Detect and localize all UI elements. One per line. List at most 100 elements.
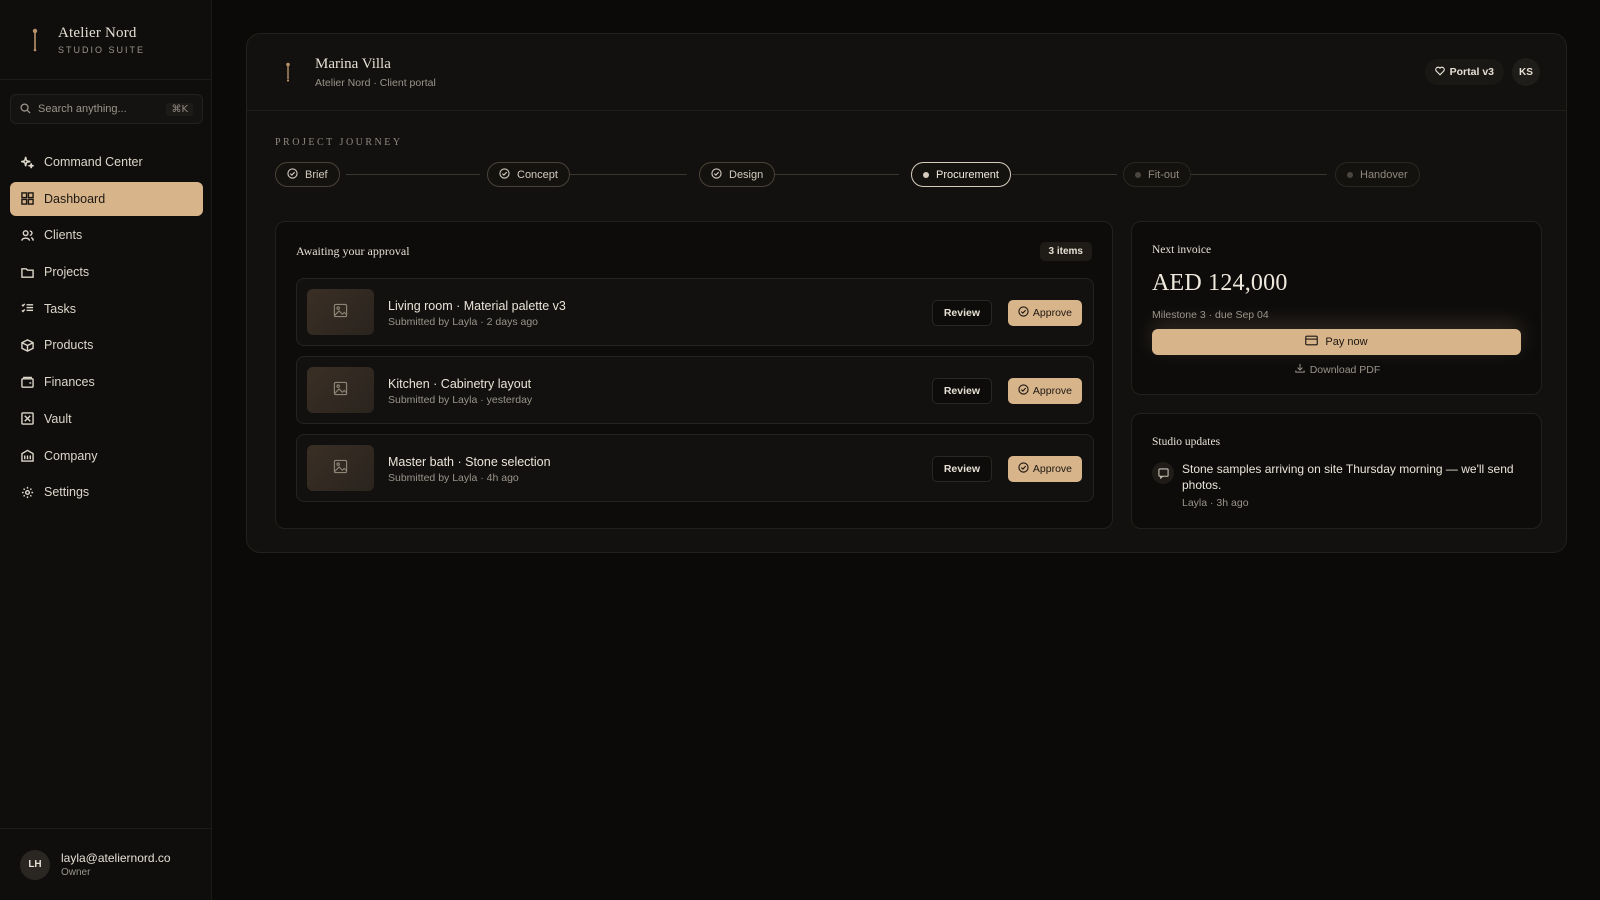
invoice-card: Next invoice AED 124,000 Milestone 3 · d… bbox=[1131, 221, 1542, 395]
journey-step-procurement[interactable]: Procurement bbox=[911, 162, 1011, 187]
folder-icon bbox=[20, 265, 34, 279]
sidebar-item-label: Vault bbox=[44, 411, 72, 426]
approve-button[interactable]: Approve bbox=[1007, 300, 1082, 326]
approve-label: Approve bbox=[1032, 463, 1072, 475]
sidebar-item-dashboard[interactable]: Dashboard bbox=[10, 181, 203, 216]
search-shortcut: ⌘K bbox=[166, 102, 193, 116]
journey-step-label: Design bbox=[729, 168, 764, 181]
check-circle-icon bbox=[287, 167, 298, 182]
sidebar-item-label: Finances bbox=[44, 375, 95, 390]
journey-step-label: Handover bbox=[1360, 168, 1408, 181]
project-header: Marina Villa Atelier Nord · Client porta… bbox=[247, 34, 1566, 111]
box-icon bbox=[20, 338, 34, 352]
sidebar-item-label: Tasks bbox=[44, 301, 76, 316]
check-circle-icon bbox=[499, 167, 510, 182]
journey-connector bbox=[346, 174, 480, 175]
sidebar-item-label: Dashboard bbox=[44, 191, 106, 206]
sparkle-icon bbox=[20, 155, 34, 169]
portal-version-label: Portal v3 bbox=[1449, 66, 1494, 78]
approve-button[interactable]: Approve bbox=[1007, 378, 1082, 404]
sidebar-item-label: Company bbox=[44, 448, 98, 463]
approvals-title: Awaiting your approval bbox=[296, 244, 410, 258]
vault-icon bbox=[20, 412, 34, 426]
sidebar-item-label: Products bbox=[44, 338, 94, 353]
journey-step-handover[interactable]: Handover bbox=[1335, 162, 1420, 187]
journey-step-brief[interactable]: Brief bbox=[275, 162, 340, 187]
sidebar-item-projects[interactable]: Projects bbox=[10, 255, 203, 289]
user-role: Owner bbox=[61, 867, 91, 878]
invoice-amount: AED 124,000 bbox=[1152, 270, 1288, 296]
avatar: LH bbox=[20, 849, 50, 880]
building-icon bbox=[20, 449, 34, 463]
approval-row[interactable]: Living room · Material palette v3 Submit… bbox=[296, 278, 1094, 346]
approval-row[interactable]: Master bath · Stone selection Submitted … bbox=[296, 434, 1094, 502]
sidebar-item-tasks[interactable]: Tasks bbox=[10, 292, 203, 326]
review-button[interactable]: Review bbox=[931, 378, 992, 404]
sidebar-item-products[interactable]: Products bbox=[10, 328, 203, 362]
image-thumbnail[interactable] bbox=[307, 367, 374, 413]
journey-step-fit-out[interactable]: Fit-out bbox=[1123, 162, 1192, 187]
studio-updates-card: Studio updates Stone samples arriving on… bbox=[1131, 413, 1542, 529]
journey-step-label: Brief bbox=[305, 168, 328, 181]
review-button[interactable]: Review bbox=[931, 456, 992, 482]
brand[interactable]: Atelier Nord STUDIO SUITE bbox=[0, 0, 211, 80]
approval-title: Living room · Material palette v3 bbox=[388, 299, 566, 313]
approve-label: Approve bbox=[1032, 307, 1072, 319]
approval-row[interactable]: Kitchen · Cabinetry layout Submitted by … bbox=[296, 356, 1094, 424]
brand-logo-icon bbox=[28, 27, 42, 53]
image-thumbnail[interactable] bbox=[307, 289, 374, 335]
journey-connector bbox=[1012, 174, 1117, 175]
list-check-icon bbox=[20, 302, 34, 316]
gear-icon bbox=[20, 485, 34, 499]
approval-meta: Submitted by Layla · yesterday bbox=[388, 394, 533, 406]
sidebar-item-label: Clients bbox=[44, 228, 83, 243]
user-email: layla@ateliernord.co bbox=[61, 851, 171, 865]
journey-step-concept[interactable]: Concept bbox=[487, 162, 570, 187]
image-thumbnail[interactable] bbox=[307, 445, 374, 491]
approvals-card: Awaiting your approval 3 items Living ro… bbox=[275, 221, 1113, 529]
search-placeholder: Search anything... bbox=[38, 103, 127, 115]
message-icon bbox=[1152, 462, 1174, 484]
review-button[interactable]: Review bbox=[931, 300, 992, 326]
portal-version-badge[interactable]: Portal v3 bbox=[1424, 59, 1504, 85]
journey-label: PROJECT JOURNEY bbox=[275, 137, 403, 148]
search-icon bbox=[20, 102, 31, 117]
sidebar-item-finances[interactable]: Finances bbox=[10, 365, 203, 399]
pay-now-button[interactable]: Pay now bbox=[1152, 329, 1521, 355]
sidebar-item-company[interactable]: Company bbox=[10, 439, 203, 473]
sidebar-item-label: Projects bbox=[44, 265, 90, 280]
check-circle-icon bbox=[1018, 384, 1029, 398]
search-input[interactable]: Search anything... ⌘K bbox=[10, 94, 203, 124]
sidebar-item-command-center[interactable]: Command Center bbox=[10, 145, 203, 179]
image-icon bbox=[333, 303, 348, 321]
sidebar-item-vault[interactable]: Vault bbox=[10, 402, 203, 436]
page-subtitle: Atelier Nord · Client portal bbox=[315, 76, 436, 89]
client-avatar[interactable]: KS bbox=[1512, 58, 1540, 86]
approval-meta: Submitted by Layla · 4h ago bbox=[388, 472, 519, 484]
check-circle-icon bbox=[1018, 462, 1029, 476]
approvals-count-badge: 3 items bbox=[1039, 242, 1092, 261]
approval-meta: Submitted by Layla · 2 days ago bbox=[388, 316, 539, 328]
approval-title: Kitchen · Cabinetry layout bbox=[388, 377, 532, 391]
check-circle-icon bbox=[1018, 306, 1029, 320]
journey-step-design[interactable]: Design bbox=[699, 162, 776, 187]
image-icon bbox=[333, 381, 348, 399]
pay-now-label: Pay now bbox=[1325, 336, 1368, 348]
project-panel: Marina Villa Atelier Nord · Client porta… bbox=[246, 33, 1567, 553]
user-profile[interactable]: LH layla@ateliernord.co Owner bbox=[0, 828, 212, 900]
sidebar-item-clients[interactable]: Clients bbox=[10, 218, 203, 252]
sidebar-item-label: Settings bbox=[44, 485, 90, 500]
download-pdf-label: Download PDF bbox=[1309, 363, 1381, 376]
journey-connector bbox=[1191, 174, 1327, 175]
journey-connector bbox=[568, 174, 687, 175]
sidebar-item-label: Command Center bbox=[44, 155, 143, 169]
download-pdf-link[interactable]: Download PDF bbox=[1132, 363, 1543, 376]
wallet-icon bbox=[20, 375, 34, 389]
check-circle-icon bbox=[711, 167, 722, 182]
update-message: Stone samples arriving on site Thursday … bbox=[1182, 462, 1514, 492]
updates-title: Studio updates bbox=[1152, 436, 1221, 448]
current-step-dot bbox=[923, 171, 929, 178]
sidebar-item-settings[interactable]: Settings bbox=[10, 475, 203, 509]
journey-step-label: Fit-out bbox=[1148, 168, 1180, 181]
approve-button[interactable]: Approve bbox=[1007, 456, 1082, 482]
